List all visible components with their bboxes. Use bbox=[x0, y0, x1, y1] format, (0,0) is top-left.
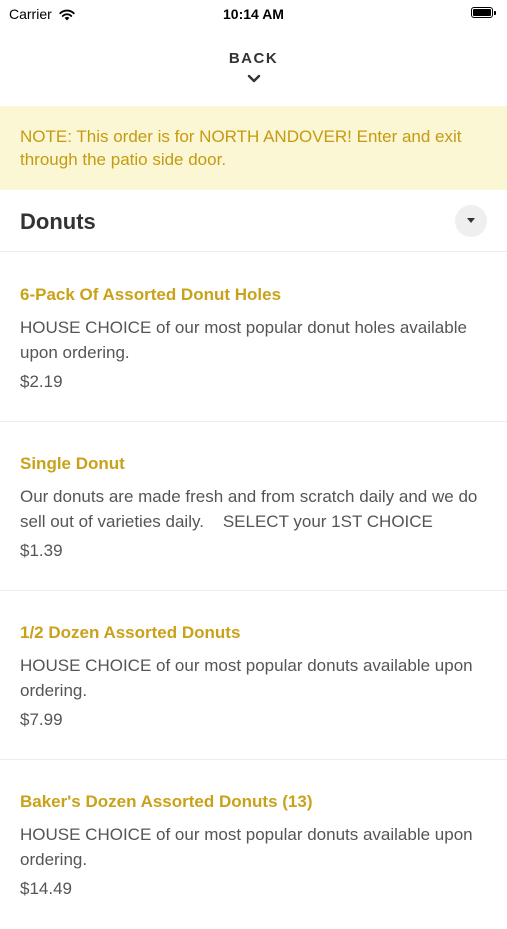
back-button[interactable]: BACK bbox=[0, 30, 507, 106]
item-description: Our donuts are made fresh and from scrat… bbox=[20, 487, 483, 531]
item-price: $1.39 bbox=[20, 541, 63, 560]
item-name: Baker's Dozen Assorted Donuts (13) bbox=[20, 792, 313, 811]
menu-item[interactable]: 1/2 Dozen Assorted Donuts HOUSE CHOICE o… bbox=[0, 591, 507, 760]
item-price: $7.99 bbox=[20, 710, 63, 729]
item-description: HOUSE CHOICE of our most popular donut h… bbox=[20, 318, 472, 362]
back-label: BACK bbox=[228, 50, 279, 67]
item-description: HOUSE CHOICE of our most popular donuts … bbox=[20, 656, 478, 700]
caret-down-icon bbox=[467, 218, 475, 223]
item-description: HOUSE CHOICE of our most popular donuts … bbox=[20, 825, 478, 869]
item-price: $2.19 bbox=[20, 372, 63, 391]
menu-item[interactable]: Single Donut Our donuts are made fresh a… bbox=[0, 422, 507, 591]
menu-item[interactable]: 6-Pack Of Assorted Donut Holes HOUSE CHO… bbox=[0, 253, 507, 422]
status-time: 10:14 AM bbox=[223, 6, 284, 22]
battery-icon bbox=[471, 7, 496, 18]
section-title: Donuts bbox=[20, 209, 96, 234]
item-name: 1/2 Dozen Assorted Donuts bbox=[20, 623, 241, 642]
chevron-down-icon bbox=[247, 74, 260, 83]
item-price: $14.49 bbox=[20, 879, 72, 898]
order-notice-banner: NOTE: This order is for NORTH ANDOVER! E… bbox=[0, 106, 507, 190]
menu-item[interactable]: Baker's Dozen Assorted Donuts (13) HOUSE… bbox=[0, 760, 507, 929]
item-name: 6-Pack Of Assorted Donut Holes bbox=[20, 285, 282, 304]
status-bar: Carrier 10:14 AM bbox=[0, 0, 507, 30]
item-name: Single Donut bbox=[20, 454, 125, 473]
notice-text: NOTE: This order is for NORTH ANDOVER! E… bbox=[20, 127, 462, 169]
section-header-donuts[interactable]: Donuts bbox=[0, 190, 507, 252]
collapse-section-button[interactable] bbox=[455, 205, 487, 237]
